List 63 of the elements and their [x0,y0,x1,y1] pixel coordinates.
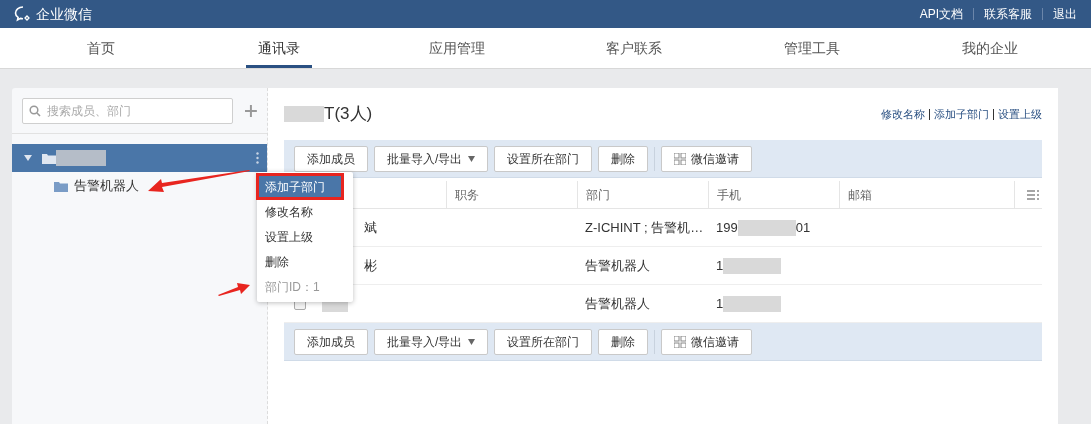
redaction-blur [284,106,324,122]
department-cell: 告警机器人 [585,257,650,273]
nav-tab[interactable]: 管理工具 [772,28,853,68]
redaction-blur [723,257,782,274]
toolbar-button[interactable]: 设置所在部门 [494,328,593,355]
header-link[interactable]: 添加子部门 [934,105,989,123]
menu-item[interactable]: 修改名称 [257,199,353,224]
department-cell: 告警机器人 [585,295,650,311]
menu-item[interactable]: 删除 [257,249,353,274]
search-field[interactable]: 搜索成员、部门 [22,98,234,124]
search-icon [29,105,41,117]
department-title: T(3人) [324,103,373,126]
redaction-blur [737,219,796,236]
column-header: 部门 [586,186,610,204]
tree-item[interactable] [12,144,267,172]
column-header: 职务 [455,186,479,204]
phone-cell-text: 1 [716,294,724,313]
header-link[interactable]: 设置上级 [998,105,1042,123]
top-link[interactable]: 退出 [1053,5,1077,23]
department-cell: Z-ICHINT ; 告警机… [585,219,704,235]
column-header: 手机 [717,186,741,204]
redaction-blur [56,150,106,166]
phone-cell-text: 01 [795,218,811,237]
top-link[interactable]: API文档 [919,5,963,23]
list-settings-icon[interactable] [1027,189,1039,200]
logo-text: 企业微信 [36,4,92,24]
header-link[interactable]: 修改名称 [881,105,925,123]
toolbar-button[interactable]: 删除 [598,145,649,172]
nav-tab[interactable]: 通讯录 [245,28,312,68]
menu-item[interactable]: 设置上级 [257,224,353,249]
phone-cell-text: 199 [716,218,738,237]
nav-tab[interactable]: 客户联系 [594,28,675,68]
top-link[interactable]: 联系客服 [984,5,1032,23]
nav-tab[interactable]: 应用管理 [416,28,497,68]
more-icon[interactable] [256,152,259,164]
invite-button[interactable]: 微信邀请 [661,145,753,172]
toolbar-button[interactable]: 批量导入/导出 [374,145,489,172]
nav-tab[interactable]: 我的企业 [950,28,1031,68]
caret-icon [24,154,32,162]
caret-icon [468,155,476,162]
arrow-annotation [218,282,250,296]
caret-icon [468,338,476,345]
nav-tab[interactable]: 首页 [74,28,127,68]
invite-button[interactable]: 微信邀请 [661,328,753,355]
column-header: 邮箱 [848,186,872,204]
folder-icon [54,180,68,192]
menu-item[interactable]: 添加子部门 [257,174,343,199]
add-icon[interactable] [245,105,257,117]
folder-icon [42,152,56,164]
chat-bubble-icon [14,6,32,22]
phone-cell-text: 1 [716,256,724,275]
member-name: 彬 [364,256,377,275]
department-id-text: 部门ID：1 [264,279,321,296]
toolbar-button[interactable]: 删除 [598,328,649,355]
toolbar-button[interactable]: 设置所在部门 [494,145,593,172]
redaction-blur [723,295,782,312]
toolbar-button[interactable]: 添加成员 [294,145,368,172]
toolbar-button[interactable]: 批量导入/导出 [374,328,489,355]
toolbar-button[interactable]: 添加成员 [294,328,368,355]
tree-item[interactable]: 告警机器人 [74,176,139,196]
grid-icon [674,152,687,165]
grid-icon [674,335,687,348]
member-name: 斌 [364,218,377,237]
